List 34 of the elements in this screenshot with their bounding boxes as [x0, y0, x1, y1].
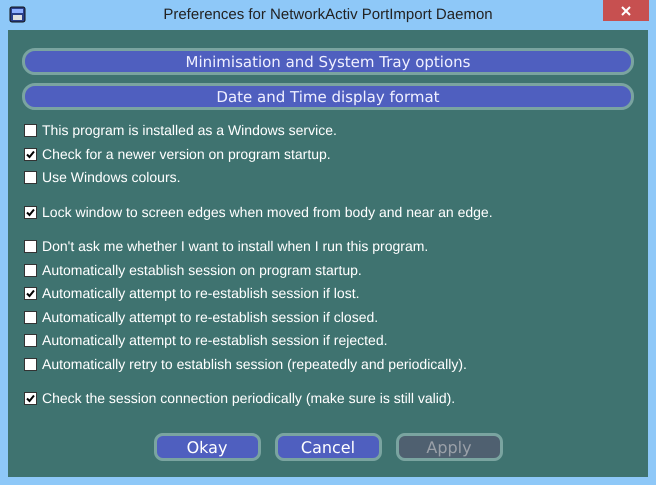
option-label: Don't ask me whether I want to install when I run this program.	[42, 237, 428, 256]
option-label: Check the session connection periodically (make sure is still valid).	[42, 389, 456, 408]
option-label: Lock window to screen edges when moved from body and near an edge.	[42, 202, 493, 222]
dialog-button[interactable]: Okay	[154, 432, 260, 460]
option-label: Use Windows colours.	[42, 168, 180, 188]
section-button[interactable]: Date and Time display format	[22, 83, 634, 110]
check-icon	[26, 394, 35, 404]
app-icon	[9, 6, 26, 23]
option-label: This program is installed as a Windows service.	[42, 121, 337, 140]
check-icon	[26, 289, 35, 298]
checkbox[interactable]	[24, 264, 37, 277]
option-label: Automatically attempt to re-establish session if rejected.	[42, 331, 388, 350]
check-icon	[26, 208, 35, 217]
dialog-button[interactable]: Cancel	[274, 432, 382, 460]
checkbox[interactable]	[24, 206, 37, 219]
close-icon	[621, 6, 631, 16]
checkbox[interactable]	[24, 358, 37, 371]
close-button[interactable]	[603, 0, 649, 21]
checkbox[interactable]	[24, 240, 37, 254]
checkbox[interactable]	[24, 392, 37, 406]
option-label: Automatically attempt to re-establish session if lost.	[42, 284, 360, 304]
option-label: Automatically attempt to re-establish session if closed.	[42, 308, 378, 327]
checkbox[interactable]	[24, 171, 37, 184]
checkbox[interactable]	[24, 124, 37, 138]
check-icon	[26, 150, 35, 159]
checkbox[interactable]	[24, 148, 37, 161]
checkbox[interactable]	[24, 287, 37, 300]
window-title: Preferences for NetworkActiv PortImport Daemon	[163, 4, 493, 25]
checkbox[interactable]	[24, 310, 37, 324]
checkbox[interactable]	[24, 334, 37, 348]
section-button[interactable]: Minimisation and System Tray options	[22, 48, 634, 75]
option-label: Automatically establish session on program startup.	[42, 260, 362, 280]
option-label: Check for a newer version on program startup.	[42, 144, 331, 164]
option-label: Automatically retry to establish session (repeatedly and periodically).	[42, 354, 467, 374]
